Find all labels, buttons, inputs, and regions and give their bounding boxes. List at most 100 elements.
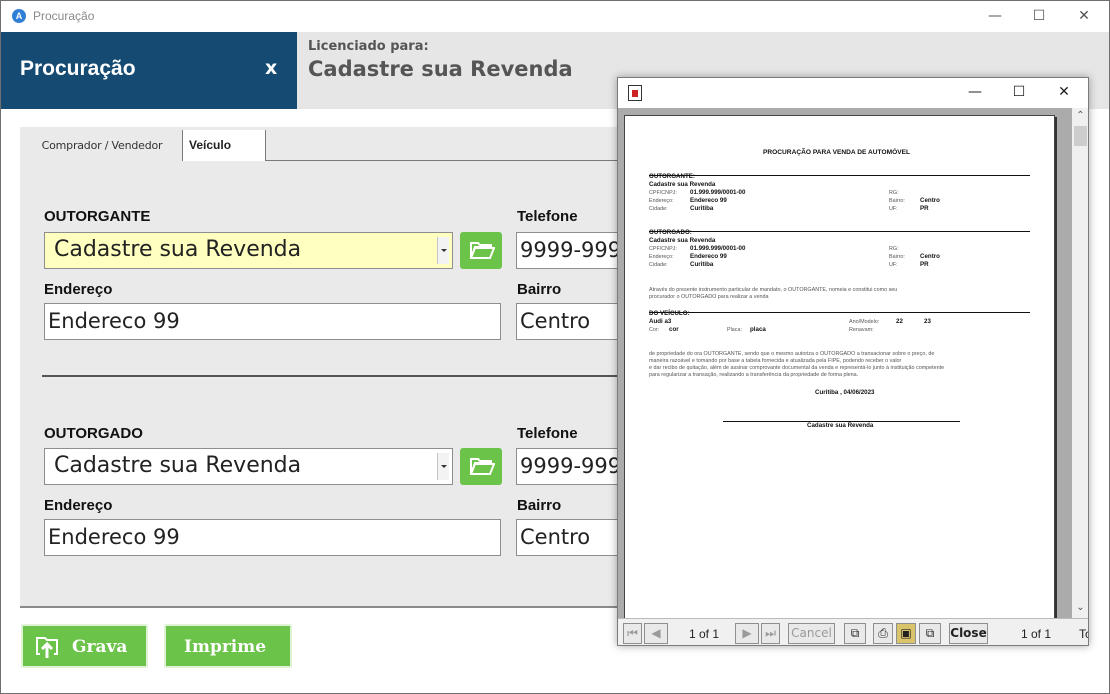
outorgante-address-label: Endereço [44,281,113,298]
doc-outorgante-cpf: 01.999.999/0001-00 [690,189,746,196]
license-name: Cadastre sua Revenda [308,57,573,81]
report-preview-window: — ☐ ✕ PROCURAÇÃO PARA VENDA DE AUTOMÓVEL… [617,77,1089,646]
doc-title: PROCURAÇÃO PARA VENDA DE AUTOMÓVEL [763,149,911,156]
doc-label: RG: [889,246,899,252]
doc-outorgado-address: Endereco 99 [690,253,727,260]
doc-place-date: Curitiba , 04/06/2023 [815,389,875,396]
report-page: PROCURAÇÃO PARA VENDA DE AUTOMÓVEL OUTOR… [624,115,1055,618]
close-report-button[interactable]: Close [949,623,988,644]
first-page-button[interactable]: ⏮ [623,623,642,644]
outorgado-district-field[interactable]: Centro [516,519,626,556]
doc-label: RG: [889,190,899,196]
print-button[interactable]: Imprime [164,624,292,668]
doc-label: CPF/CNPJ: [649,190,677,196]
save-button-label: Grava [72,637,128,657]
window-title: Procuração [33,9,95,23]
doc-label: CPF/CNPJ: [649,246,677,252]
outorgado-phone-label: Telefone [517,425,578,442]
report-titlebar: — ☐ ✕ [618,78,1088,108]
export-icon[interactable]: ▣ [896,623,916,644]
doc-outorgado-heading: OUTORGADO: [649,229,692,236]
doc-outorgante-district: Centro [920,197,940,204]
doc-vehicle-year: 22 [896,318,903,325]
doc-label: UF: [889,206,898,212]
minimize-button[interactable]: — [972,1,1018,32]
doc-label: Cidade: [649,206,668,212]
doc-outorgante-city: Curitiba [690,205,714,212]
report-document-icon [628,85,642,101]
doc-outorgado-district: Centro [920,253,940,260]
chevron-down-icon[interactable] [437,237,449,264]
outorgante-phone-field[interactable]: 9999-999 [516,232,626,269]
doc-outorgante-heading: OUTORGANTE: [649,173,695,180]
license-label: Licenciado para: [308,39,429,54]
doc-body-line: maneira razoável e tomando por base a ta… [649,358,902,364]
page-indicator: 1 of 1 [689,627,720,641]
window-titlebar: A Procuração — ☐ ✕ [1,1,1109,32]
outorgante-address-field[interactable]: Endereco 99 [44,303,501,340]
maximize-button[interactable]: ☐ [1016,1,1062,32]
doc-vehicle-plate: placa [750,326,766,333]
report-maximize-button[interactable]: ☐ [997,78,1041,108]
doc-label: Ano/Modelo: [849,319,880,325]
doc-body-line: para regularizar a transação, realizando… [649,372,859,378]
report-toolbar: ⏮ ◀ 1 of 1 ▶ ⏭ Cancel ⧉ ⎙ ▣ ⧉ Close 1 of… [618,618,1088,645]
outorgante-select-value: Cadastre sua Revenda [54,237,302,262]
tab-veiculo[interactable]: Veículo [182,130,266,161]
doc-body-line: de propriedade do ora OUTORGANTE, sendo … [649,351,935,357]
doc-outorgado-city: Curitiba [690,261,714,268]
page-title: Procuração [20,57,136,80]
report-scrollbar[interactable]: ⌃ ⌄ [1072,108,1088,618]
send-icon[interactable]: ⧉ [919,623,941,644]
doc-rule [649,231,1030,232]
doc-outorgado-cpf: 01.999.999/0001-00 [690,245,746,252]
report-close-window-button[interactable]: ✕ [1042,78,1086,108]
doc-label: UF: [889,262,898,268]
doc-label: Cidade: [649,262,668,268]
print-icon[interactable]: ⎙ [873,623,893,644]
outorgante-label: OUTORGANTE [44,208,151,225]
save-button[interactable]: Grava [21,624,148,668]
last-page-button[interactable]: ⏭ [761,623,780,644]
doc-mandate-line: procurador o OUTORGADO para realizar a v… [649,294,769,300]
doc-outorgante-address: Endereco 99 [690,197,727,204]
section-divider [42,375,642,377]
doc-vehicle-name: Audi a3 [649,318,672,325]
cloud-upload-icon [36,637,58,658]
prev-page-button[interactable]: ◀ [644,623,668,644]
doc-rule [649,312,1030,313]
scroll-up-icon[interactable]: ⌃ [1074,110,1087,124]
doc-label: Bairro: [889,254,905,260]
tab-comprador-vendedor[interactable]: Comprador / Vendedor [22,130,182,161]
doc-rule [649,175,1030,176]
doc-label: Cor: [649,327,660,333]
outorgante-select[interactable]: Cadastre sua Revenda [44,232,453,269]
next-page-button[interactable]: ▶ [735,623,759,644]
outorgante-browse-button[interactable] [460,232,502,269]
outorgado-select[interactable]: Cadastre sua Revenda [44,448,453,485]
scroll-thumb[interactable] [1074,126,1087,146]
outorgante-district-field[interactable]: Centro [516,303,626,340]
doc-outorgado-uf: PR [920,261,929,268]
folder-icon [469,458,495,475]
outorgado-district-label: Bairro [517,497,562,514]
scroll-down-icon[interactable]: ⌄ [1074,602,1087,616]
report-minimize-button[interactable]: — [953,78,997,108]
print-button-label: Imprime [184,637,267,657]
doc-vehicle-color: cor [669,326,679,333]
outorgado-phone-field[interactable]: 9999-999 [516,448,626,485]
doc-label: Endereço: [649,254,674,260]
outorgado-address-label: Endereço [44,497,113,514]
outorgado-browse-button[interactable] [460,448,502,485]
doc-signature-name: Cadastre sua Revenda [807,422,874,429]
doc-label: Renavam: [849,327,874,333]
outorgado-address-field[interactable]: Endereco 99 [44,519,501,556]
report-viewport: PROCURAÇÃO PARA VENDA DE AUTOMÓVEL OUTOR… [618,108,1072,618]
outorgado-label: OUTORGADO [44,425,143,442]
cancel-button[interactable]: Cancel [788,623,835,644]
zoom-icon[interactable]: ⧉ [844,623,866,644]
close-form-button[interactable]: x [265,57,277,79]
close-window-button[interactable]: ✕ [1061,1,1107,32]
chevron-down-icon[interactable] [437,453,449,480]
doc-vehicle-heading: DO VEÍCULO: [649,310,690,317]
